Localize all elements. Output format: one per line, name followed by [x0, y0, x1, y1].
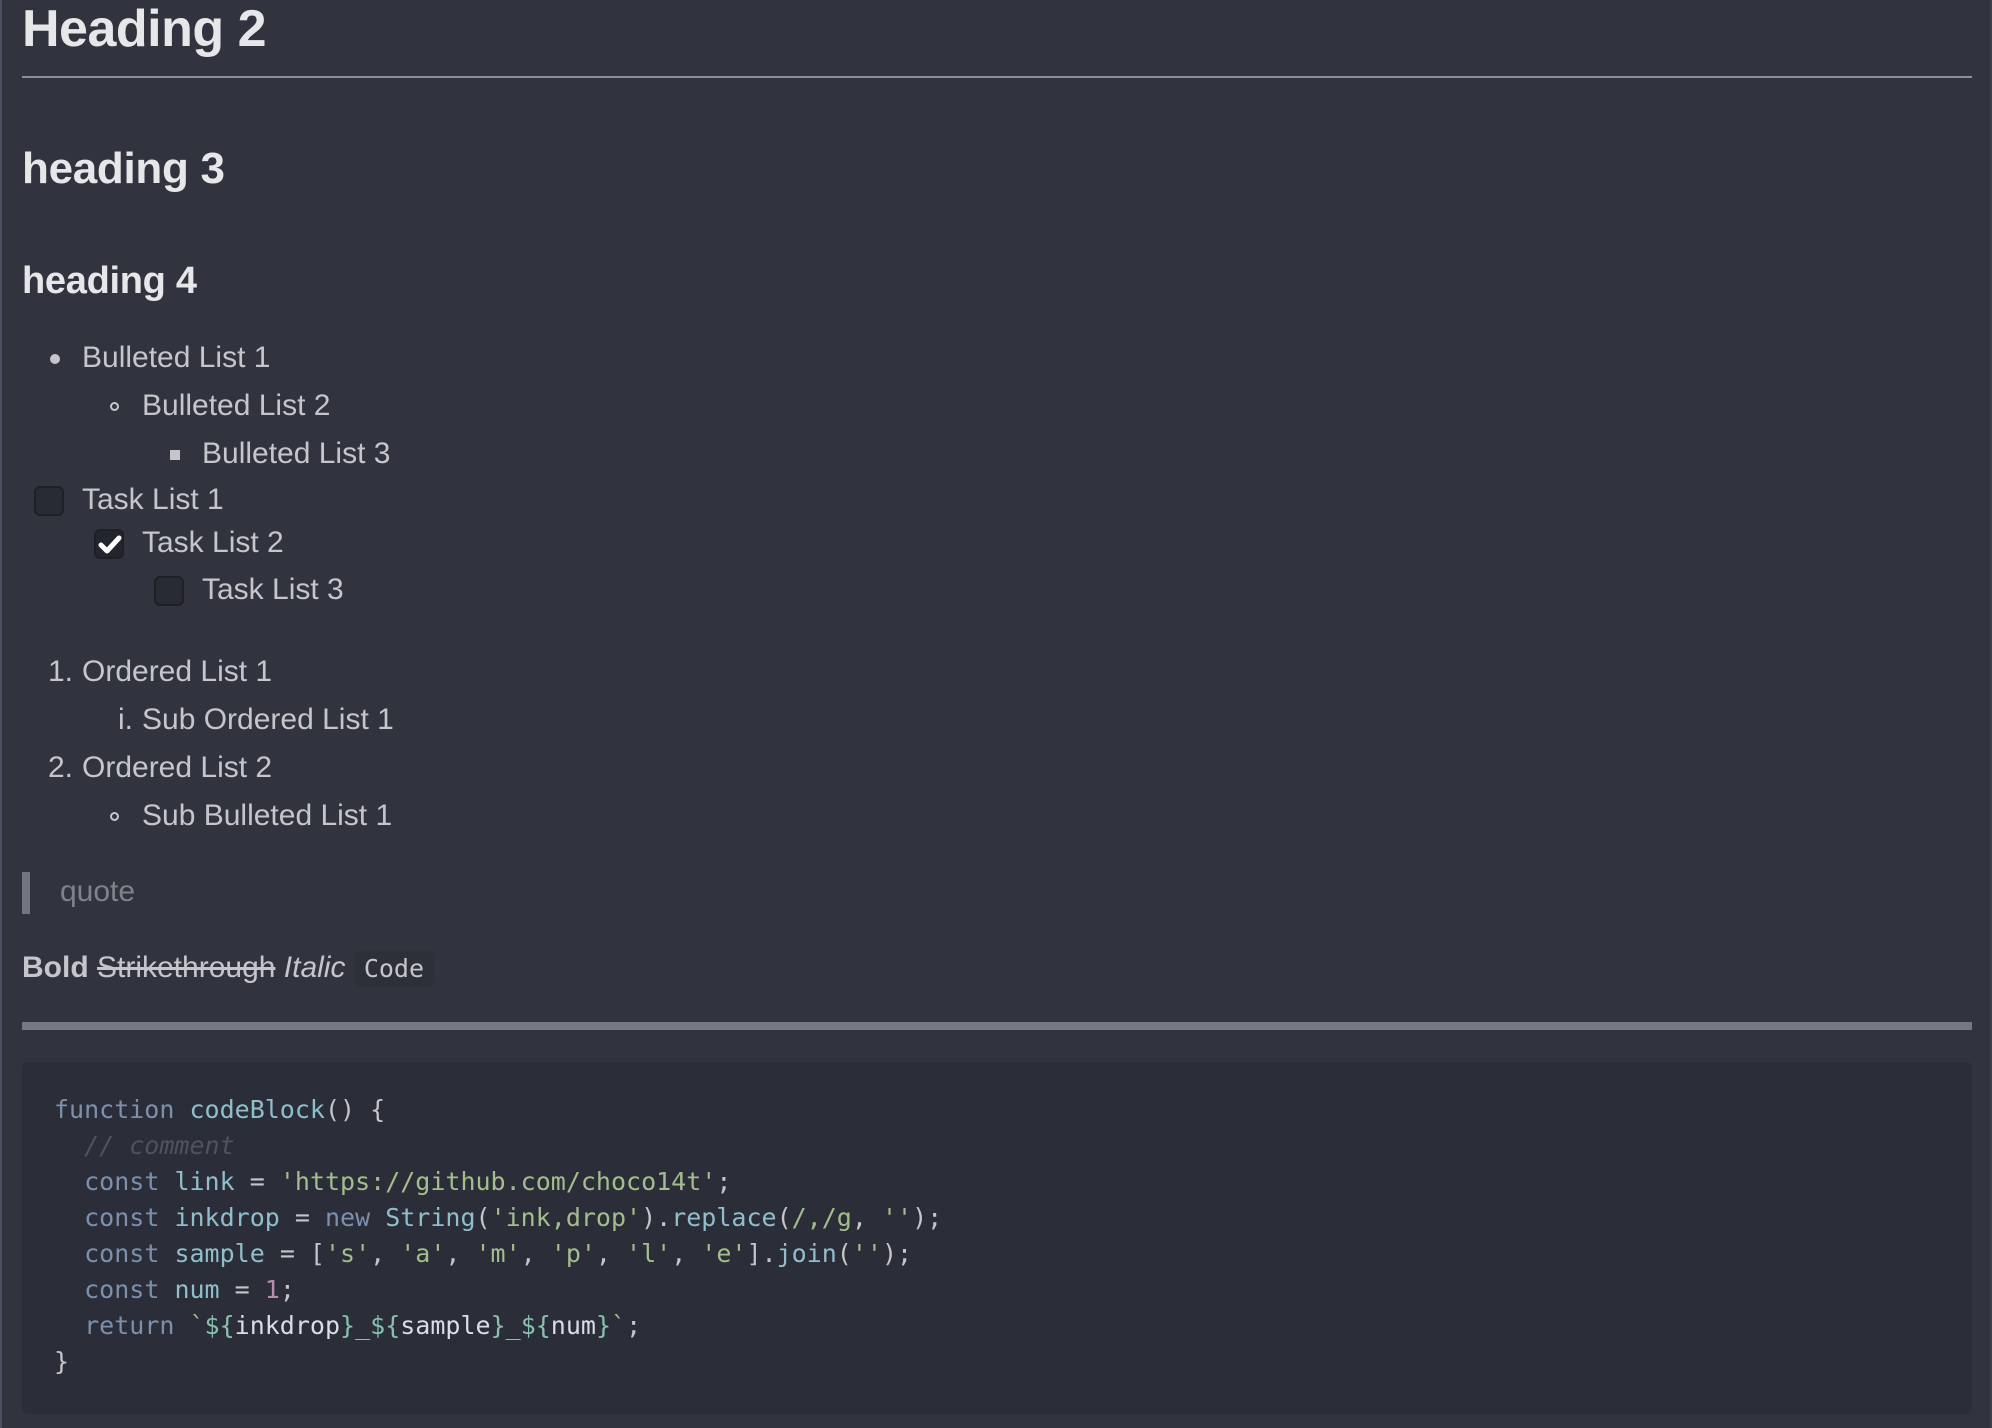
code-line: function codeBlock() {	[54, 1095, 386, 1124]
heading-2: Heading 2	[22, 0, 267, 58]
quote-bar	[22, 872, 30, 914]
code-line: const inkdrop = new String('ink,drop').r…	[84, 1203, 943, 1232]
bold-text: Bold	[22, 951, 89, 984]
code-line: const sample = ['s', 'a', 'm', 'p', 'l',…	[84, 1239, 913, 1268]
list-item: Bulleted List 2	[142, 389, 331, 422]
code-line: // comment	[54, 1131, 235, 1160]
strikethrough-text: Strikethrough	[97, 951, 276, 984]
horizontal-rule	[22, 1022, 1972, 1030]
checkmark-icon	[98, 535, 122, 554]
heading-3: heading 3	[22, 144, 225, 193]
list-item: Sub Bulleted List 1	[142, 799, 393, 832]
bullet-circle-icon	[110, 812, 119, 821]
italic-text: Italic	[283, 951, 346, 984]
task-list-item: Task List 2	[142, 526, 284, 559]
heading-2-underline	[22, 76, 1972, 78]
ordered-list-item: Ordered List 2	[82, 751, 273, 784]
ordered-marker: i.	[118, 703, 133, 736]
bullet-circle-icon	[110, 402, 119, 411]
inline-formatting-paragraph: Bold Strikethrough Italic Code	[22, 950, 435, 987]
ordered-list-item: Ordered List 1	[82, 655, 273, 688]
task-list-item: Task List 1	[82, 483, 224, 516]
task-checkbox[interactable]	[34, 486, 64, 516]
task-checkbox[interactable]	[154, 576, 184, 606]
ordered-list-item: Sub Ordered List 1	[142, 703, 394, 736]
task-checkbox-checked[interactable]	[94, 529, 124, 559]
code-line: }	[54, 1347, 70, 1376]
ordered-marker: 2.	[48, 751, 74, 784]
ordered-marker: 1.	[48, 655, 74, 688]
code-content: function codeBlock() { // comment const …	[54, 1092, 942, 1380]
list-item: Bulleted List 3	[202, 437, 391, 470]
inline-code: Code	[353, 950, 435, 987]
code-line: const link = 'https://github.com/choco14…	[84, 1167, 732, 1196]
editor-left-border	[0, 0, 2, 1428]
markdown-preview: Heading 2	[22, 0, 1972, 78]
code-line: const num = 1;	[84, 1275, 295, 1304]
bullet-square-icon	[170, 450, 180, 460]
quote-text: quote	[60, 875, 136, 908]
list-item: Bulleted List 1	[82, 341, 271, 374]
code-line: return `${inkdrop}_${sample}_${num}`;	[84, 1311, 642, 1340]
heading-4: heading 4	[22, 260, 197, 302]
bullet-disc-icon	[50, 354, 60, 364]
task-list-item: Task List 3	[202, 573, 344, 606]
code-block: function codeBlock() { // comment const …	[22, 1062, 1972, 1414]
